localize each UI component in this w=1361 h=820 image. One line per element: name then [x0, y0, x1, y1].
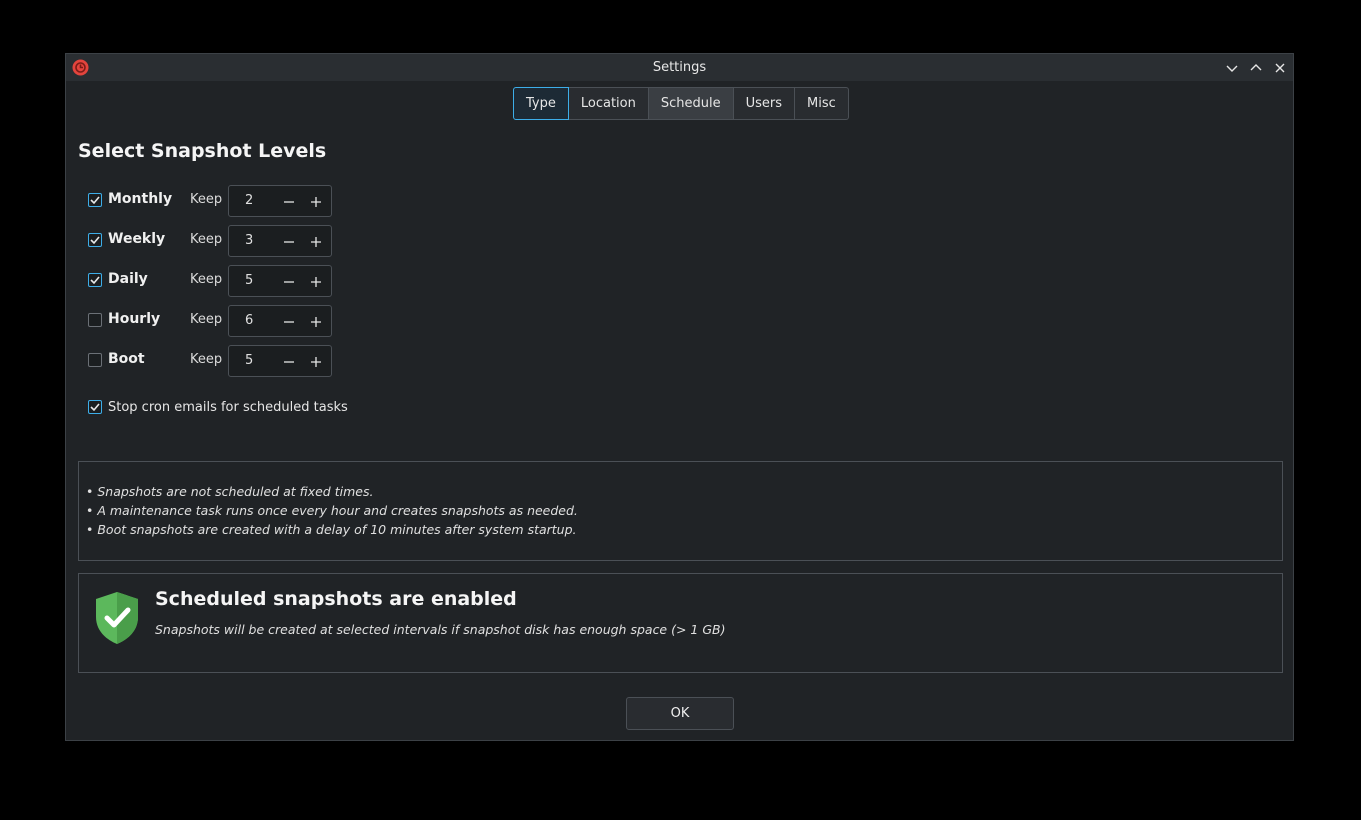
tab-schedule[interactable]: Schedule [648, 87, 734, 120]
boot-keep-spinbox[interactable]: 5 [228, 345, 332, 377]
weekly-label: Weekly [108, 231, 166, 247]
monthly-keep-spinbox[interactable]: 2 [228, 185, 332, 217]
boot-checkbox[interactable] [88, 353, 102, 367]
title-bar[interactable]: Settings [66, 54, 1293, 81]
minus-icon[interactable] [282, 274, 296, 288]
keep-label: Keep [190, 312, 223, 327]
maximize-icon[interactable] [1247, 59, 1265, 77]
tab-bar: Type Location Schedule Users Misc [513, 87, 849, 120]
minus-icon[interactable] [282, 234, 296, 248]
settings-window: Settings Type Location Schedule Users Mi… [65, 53, 1294, 741]
minus-icon[interactable] [282, 354, 296, 368]
ok-button[interactable]: OK [626, 697, 734, 730]
minus-icon[interactable] [282, 314, 296, 328]
keep-label: Keep [190, 192, 223, 207]
note-line: • A maintenance task runs once every hou… [86, 503, 578, 518]
page-title: Select Snapshot Levels [78, 140, 327, 162]
stop-cron-emails-label: Stop cron emails for scheduled tasks [108, 400, 348, 415]
status-title: Scheduled snapshots are enabled [155, 588, 517, 610]
tab-users[interactable]: Users [733, 87, 795, 120]
spinbox-value[interactable]: 5 [245, 273, 253, 288]
hourly-label: Hourly [108, 311, 161, 327]
keep-label: Keep [190, 352, 223, 367]
note-line: • Snapshots are not scheduled at fixed t… [86, 484, 374, 499]
minimize-icon[interactable] [1223, 59, 1241, 77]
note-line: • Boot snapshots are created with a dela… [86, 522, 577, 537]
spinbox-value[interactable]: 6 [245, 313, 253, 328]
spinbox-value[interactable]: 3 [245, 233, 253, 248]
hourly-checkbox[interactable] [88, 313, 102, 327]
plus-icon[interactable] [309, 314, 323, 328]
hourly-keep-spinbox[interactable]: 6 [228, 305, 332, 337]
schedule-notes-box: • Snapshots are not scheduled at fixed t… [78, 461, 1283, 561]
plus-icon[interactable] [309, 274, 323, 288]
daily-keep-spinbox[interactable]: 5 [228, 265, 332, 297]
plus-icon[interactable] [309, 194, 323, 208]
tab-misc[interactable]: Misc [795, 87, 849, 120]
plus-icon[interactable] [309, 354, 323, 368]
tab-location[interactable]: Location [568, 87, 649, 120]
schedule-status-box: Scheduled snapshots are enabled Snapshot… [78, 573, 1283, 673]
window-title: Settings [652, 60, 707, 75]
tab-type[interactable]: Type [513, 87, 569, 120]
daily-checkbox[interactable] [88, 273, 102, 287]
weekly-checkbox[interactable] [88, 233, 102, 247]
monthly-label: Monthly [108, 191, 173, 207]
boot-label: Boot [108, 351, 145, 367]
close-icon[interactable] [1271, 59, 1289, 77]
keep-label: Keep [190, 272, 223, 287]
status-subtitle: Snapshots will be created at selected in… [155, 622, 726, 637]
shield-check-icon [94, 591, 140, 649]
spinbox-value[interactable]: 5 [245, 353, 253, 368]
keep-label: Keep [190, 232, 223, 247]
monthly-checkbox[interactable] [88, 193, 102, 207]
minus-icon[interactable] [282, 194, 296, 208]
plus-icon[interactable] [309, 234, 323, 248]
spinbox-value[interactable]: 2 [245, 193, 253, 208]
weekly-keep-spinbox[interactable]: 3 [228, 225, 332, 257]
stop-cron-emails-checkbox[interactable] [88, 400, 102, 414]
daily-label: Daily [108, 271, 148, 287]
